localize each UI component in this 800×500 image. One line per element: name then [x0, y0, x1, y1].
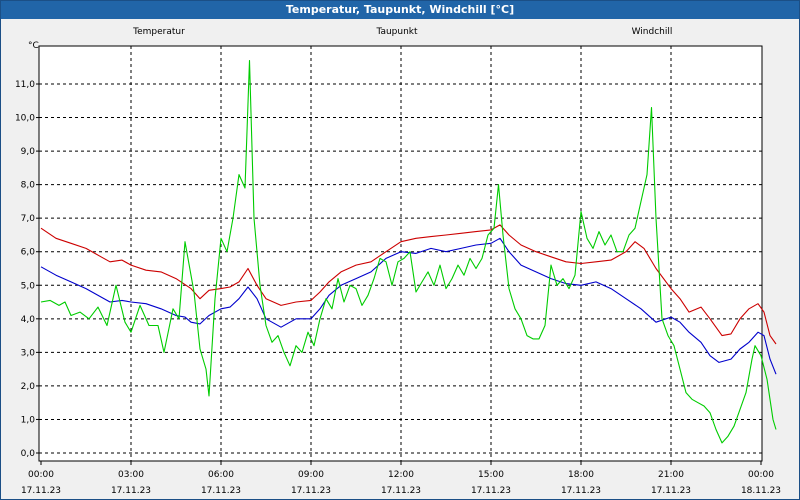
x-tick-date-label: 18.11.23: [741, 486, 781, 496]
y-tick-label: 1,0: [21, 415, 36, 425]
y-tick-label: 9,0: [21, 147, 36, 157]
legend: Temperatur Taupunkt Windchill: [132, 27, 672, 37]
y-tick-label: 7,0: [21, 214, 36, 224]
x-tick-time-label: 09:00: [298, 470, 324, 480]
x-tick-time-label: 03:00: [118, 470, 144, 480]
chart-window: Temperatur, Taupunkt, Windchill [°C] 0,0…: [0, 0, 800, 500]
legend-item-taupunkt: Taupunkt: [375, 27, 418, 37]
y-tick-label: 3,0: [21, 348, 36, 358]
y-tick-label: 4,0: [21, 315, 36, 325]
x-tick-date-label: 17.11.23: [111, 486, 151, 496]
y-tick-label: 6,0: [21, 248, 36, 258]
y-tick-label: 8,0: [21, 181, 36, 191]
y-tick-label: 11,0: [15, 80, 35, 90]
y-tick-label: 2,0: [21, 382, 36, 392]
legend-item-temperatur: Temperatur: [132, 27, 185, 37]
window-title: Temperatur, Taupunkt, Windchill [°C]: [1, 1, 799, 19]
x-tick-time-label: 12:00: [388, 470, 414, 480]
x-tick-time-label: 18:00: [568, 470, 594, 480]
x-tick-time-label: 15:00: [478, 470, 504, 480]
x-tick-date-label: 17.11.23: [561, 486, 601, 496]
x-tick-time-label: 00:00: [28, 470, 54, 480]
x-tick-date-label: 17.11.23: [21, 486, 61, 496]
x-tick-date-label: 17.11.23: [651, 486, 691, 496]
legend-item-windchill: Windchill: [632, 27, 673, 37]
x-tick-time-label: 06:00: [208, 470, 234, 480]
y-axis-ticks: 0,0 1,0 2,0 3,0 4,0 5,0 6,0 7,0 8,0 9,0 10,0 11,0: [15, 80, 39, 459]
y-tick-label: 0,0: [21, 449, 36, 459]
x-tick-date-label: 17.11.23: [291, 486, 331, 496]
chart-area: 0,0 1,0 2,0 3,0 4,0 5,0 6,0 7,0 8,0 9,0 10,0 11,0 0…: [15, 27, 781, 496]
x-tick-time-label: 00:00: [748, 470, 774, 480]
x-tick-date-label: 17.11.23: [381, 486, 421, 496]
y-axis-unit-label: °C: [28, 41, 39, 51]
y-tick-label: 10,0: [15, 114, 35, 124]
x-tick-time-label: 21:00: [658, 470, 684, 480]
x-tick-date-label: 17.11.23: [201, 486, 241, 496]
x-tick-date-label: 17.11.23: [471, 486, 511, 496]
y-tick-label: 5,0: [21, 281, 36, 291]
x-axis-ticks: 00:00 17.11.23 03:00 17.11.23 06:00 17.11.23 0…: [21, 461, 781, 496]
